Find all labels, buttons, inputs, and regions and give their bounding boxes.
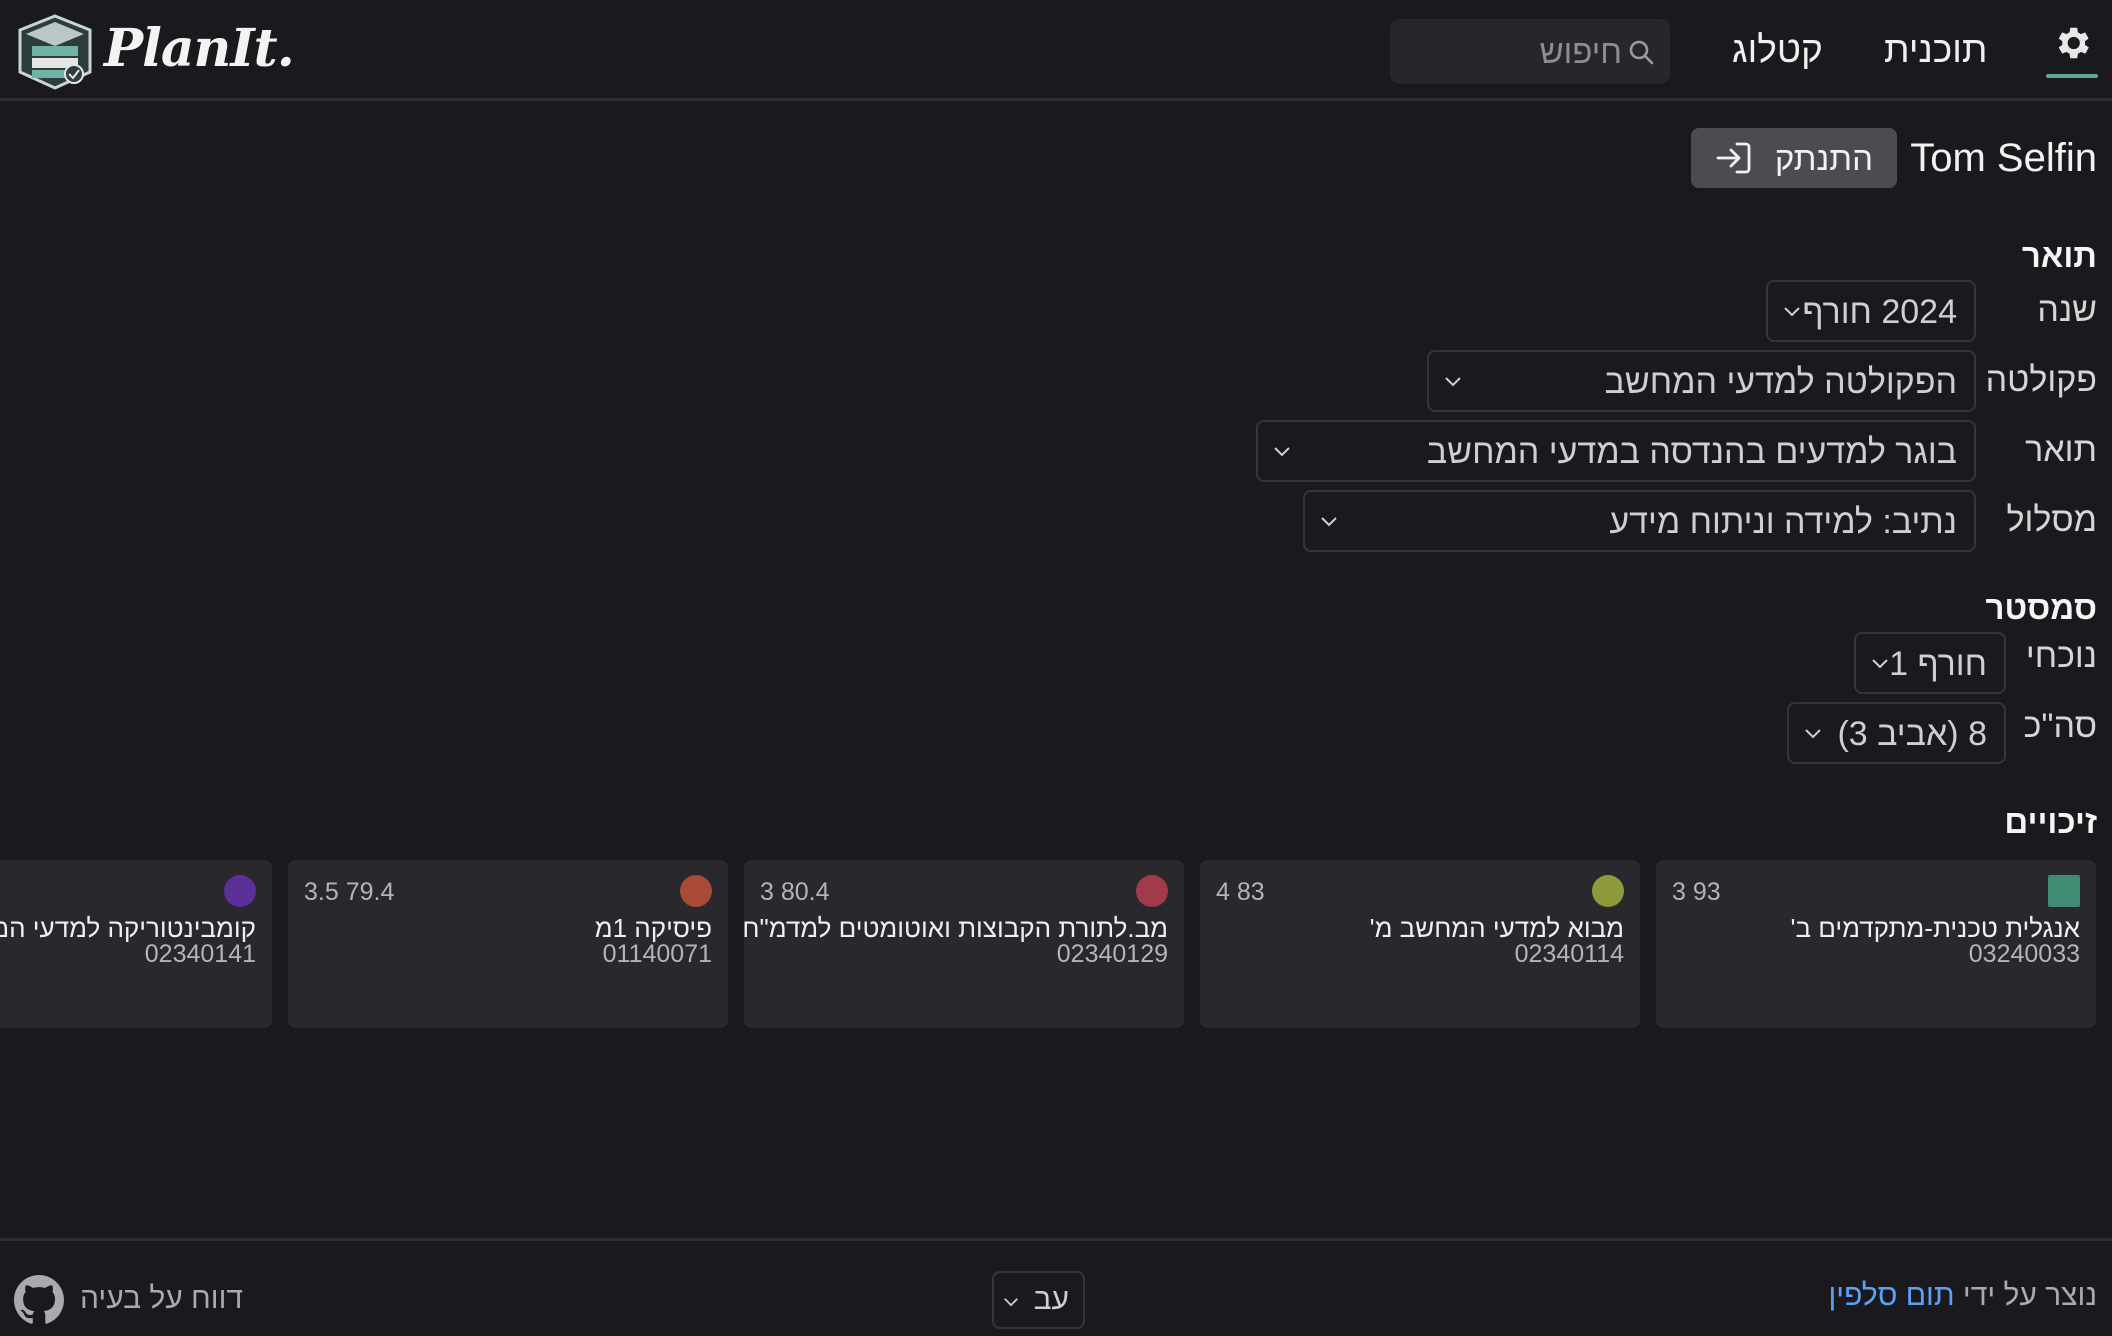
gear-icon: [2058, 27, 2089, 59]
course-code: 02340129: [1056, 940, 1168, 968]
degree-section-title: תואר: [2021, 237, 2097, 274]
current-semester-label: נוכחי: [2025, 637, 2097, 675]
course-stats: 3.5 79.4: [304, 878, 395, 906]
language-select[interactable]: עב: [992, 1271, 1085, 1329]
total-semesters-select[interactable]: 8 (אביב 3): [1787, 702, 2006, 764]
degree-select[interactable]: בוגר למדעים בהנדסה במדעי המחשב: [1256, 420, 1976, 482]
course-card[interactable]: קומבינטוריקה למדעי המחשב 02340141: [0, 860, 272, 1028]
track-value: נתיב: למידה וניתוח מידע: [1609, 503, 1957, 541]
logout-button[interactable]: התנתק: [1691, 128, 1897, 188]
course-card[interactable]: 4 83 מבוא למדעי המחשב מ' 02340114: [1200, 860, 1640, 1028]
user-name: Tom Selfin: [1910, 136, 2097, 180]
brand-name[interactable]: PlanIt.: [104, 14, 295, 84]
footer-credit: נוצר על ידי תום סלפין: [1829, 1279, 2097, 1313]
chevron-down-icon: [1004, 1298, 1018, 1307]
course-color-marker: [680, 875, 712, 907]
year-label: שנה: [2037, 291, 2097, 329]
footer: נוצר על ידי תום סלפין עב דווח על בעיה: [0, 1238, 2112, 1336]
track-select[interactable]: נתיב: למידה וניתוח מידע: [1303, 490, 1976, 552]
planit-logo-icon[interactable]: [14, 12, 96, 92]
year-select[interactable]: 2024 חורף: [1766, 280, 1976, 342]
language-value: עב: [1033, 1283, 1069, 1316]
course-stats: 3 80.4: [760, 878, 830, 906]
course-card[interactable]: 3 93 אנגלית טכנית-מתקדמים ב' 03240033: [1656, 860, 2096, 1028]
chevron-down-icon: [1872, 659, 1888, 669]
github-icon: [14, 1275, 64, 1324]
year-value: 2024 חורף: [1802, 293, 1957, 331]
course-code: 01140071: [602, 940, 712, 968]
chevron-down-icon: [1784, 307, 1800, 317]
logout-label: התנתק: [1774, 140, 1873, 177]
search-box[interactable]: [1390, 19, 1670, 84]
course-code: 02340141: [144, 940, 256, 968]
course-card[interactable]: 3 80.4 מב.לתורת הקבוצות ואוטומטים למדמ"ח…: [744, 860, 1184, 1028]
course-color-marker: [1592, 875, 1624, 907]
course-color-marker: [224, 875, 256, 907]
credits-section-title: זיכויים: [2004, 803, 2097, 840]
nav-catalog[interactable]: קטלוג: [1732, 26, 1823, 74]
course-stats: 3 93: [1672, 878, 1721, 906]
course-stats: 4 83: [1216, 878, 1265, 906]
course-color-marker: [2048, 875, 2080, 907]
author-link[interactable]: תום סלפין: [1829, 1279, 1955, 1312]
report-issue-label: דווח על בעיה: [80, 1282, 243, 1315]
current-semester-select[interactable]: חורף 1: [1854, 632, 2006, 694]
top-navbar: PlanIt. קטלוג תוכנית: [0, 0, 2112, 101]
track-label: מסלול: [2006, 501, 2097, 539]
course-cards-row: 3 93 אנגלית טכנית-מתקדמים ב' 03240033 4 …: [0, 860, 2112, 1028]
degree-label: תואר: [2025, 431, 2097, 469]
active-tab-indicator: [2046, 74, 2098, 78]
search-icon: [1629, 40, 1654, 65]
course-color-marker: [1136, 875, 1168, 907]
degree-value: בוגר למדעים בהנדסה במדעי המחשב: [1426, 433, 1957, 471]
current-semester-value: חורף 1: [1889, 645, 1987, 683]
total-semesters-value: 8 (אביב 3): [1837, 715, 1987, 753]
logout-icon: [1716, 142, 1751, 174]
settings-button[interactable]: [2046, 22, 2098, 80]
nav-plan[interactable]: תוכנית: [1884, 26, 1987, 74]
total-semesters-label: סה"כ: [2023, 707, 2097, 745]
credit-prefix: נוצר על ידי: [1962, 1279, 2097, 1312]
chevron-down-icon: [1805, 729, 1821, 739]
faculty-select[interactable]: הפקולטה למדעי המחשב: [1427, 350, 1976, 412]
faculty-value: הפקולטה למדעי המחשב: [1604, 363, 1957, 401]
chevron-down-icon: [1274, 447, 1290, 457]
course-code: 03240033: [1968, 940, 2080, 968]
semester-section-title: סמסטר: [1985, 589, 2097, 626]
course-card[interactable]: 3.5 79.4 פיסיקה 1מ 01140071: [288, 860, 728, 1028]
search-input[interactable]: [1400, 19, 1622, 84]
chevron-down-icon: [1321, 517, 1337, 527]
chevron-down-icon: [1445, 377, 1461, 387]
course-code: 02340114: [1514, 940, 1624, 968]
faculty-label: פקולטה: [1985, 361, 2097, 399]
